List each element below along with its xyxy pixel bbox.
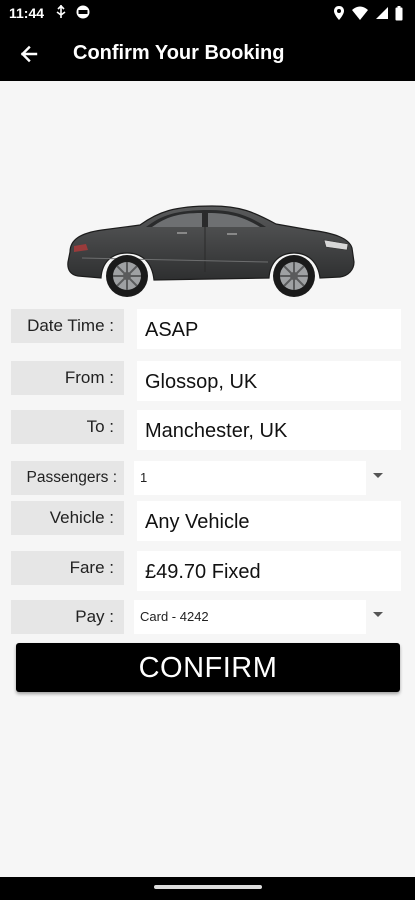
from-value: Glossop, UK (137, 361, 401, 401)
location-icon (334, 6, 344, 20)
date-time-value: ASAP (137, 309, 401, 349)
car-image (67, 205, 355, 297)
passengers-dropdown-arrow-icon[interactable] (373, 473, 383, 478)
status-icons-left (55, 4, 91, 20)
navigation-bar (0, 877, 415, 900)
pay-dropdown-arrow-icon[interactable] (373, 612, 383, 617)
status-bar: 11:44 (0, 0, 415, 27)
status-time: 11:44 (9, 5, 45, 21)
rear-wheel (106, 255, 148, 297)
back-button[interactable] (14, 41, 44, 67)
page-title: Confirm Your Booking (73, 42, 285, 64)
wifi-icon (352, 6, 368, 20)
pay-label: Pay : (11, 600, 124, 634)
home-indicator[interactable] (154, 885, 262, 889)
fare-label: Fare : (11, 551, 124, 585)
confirm-button[interactable]: CONFIRM (16, 643, 400, 692)
date-time-label: Date Time : (11, 309, 124, 343)
signal-icon (376, 7, 388, 19)
passengers-dropdown[interactable]: 1 (134, 461, 366, 495)
vehicle-value: Any Vehicle (137, 501, 401, 541)
from-label: From : (11, 361, 124, 395)
sync-icon (76, 5, 90, 19)
vehicle-label: Vehicle : (11, 501, 124, 535)
passengers-label: Passengers : (11, 461, 124, 495)
fare-value: £49.70 Fixed (137, 551, 401, 591)
status-icons-right (333, 5, 403, 21)
usb-debug-icon (56, 4, 66, 18)
to-label: To : (11, 410, 124, 444)
pay-dropdown[interactable]: Card - 4242 (134, 600, 366, 634)
to-value: Manchester, UK (137, 410, 401, 450)
battery-icon (395, 5, 403, 20)
front-wheel (273, 255, 315, 297)
arrow-left-icon (20, 45, 38, 63)
app-bar: Confirm Your Booking (0, 27, 415, 81)
